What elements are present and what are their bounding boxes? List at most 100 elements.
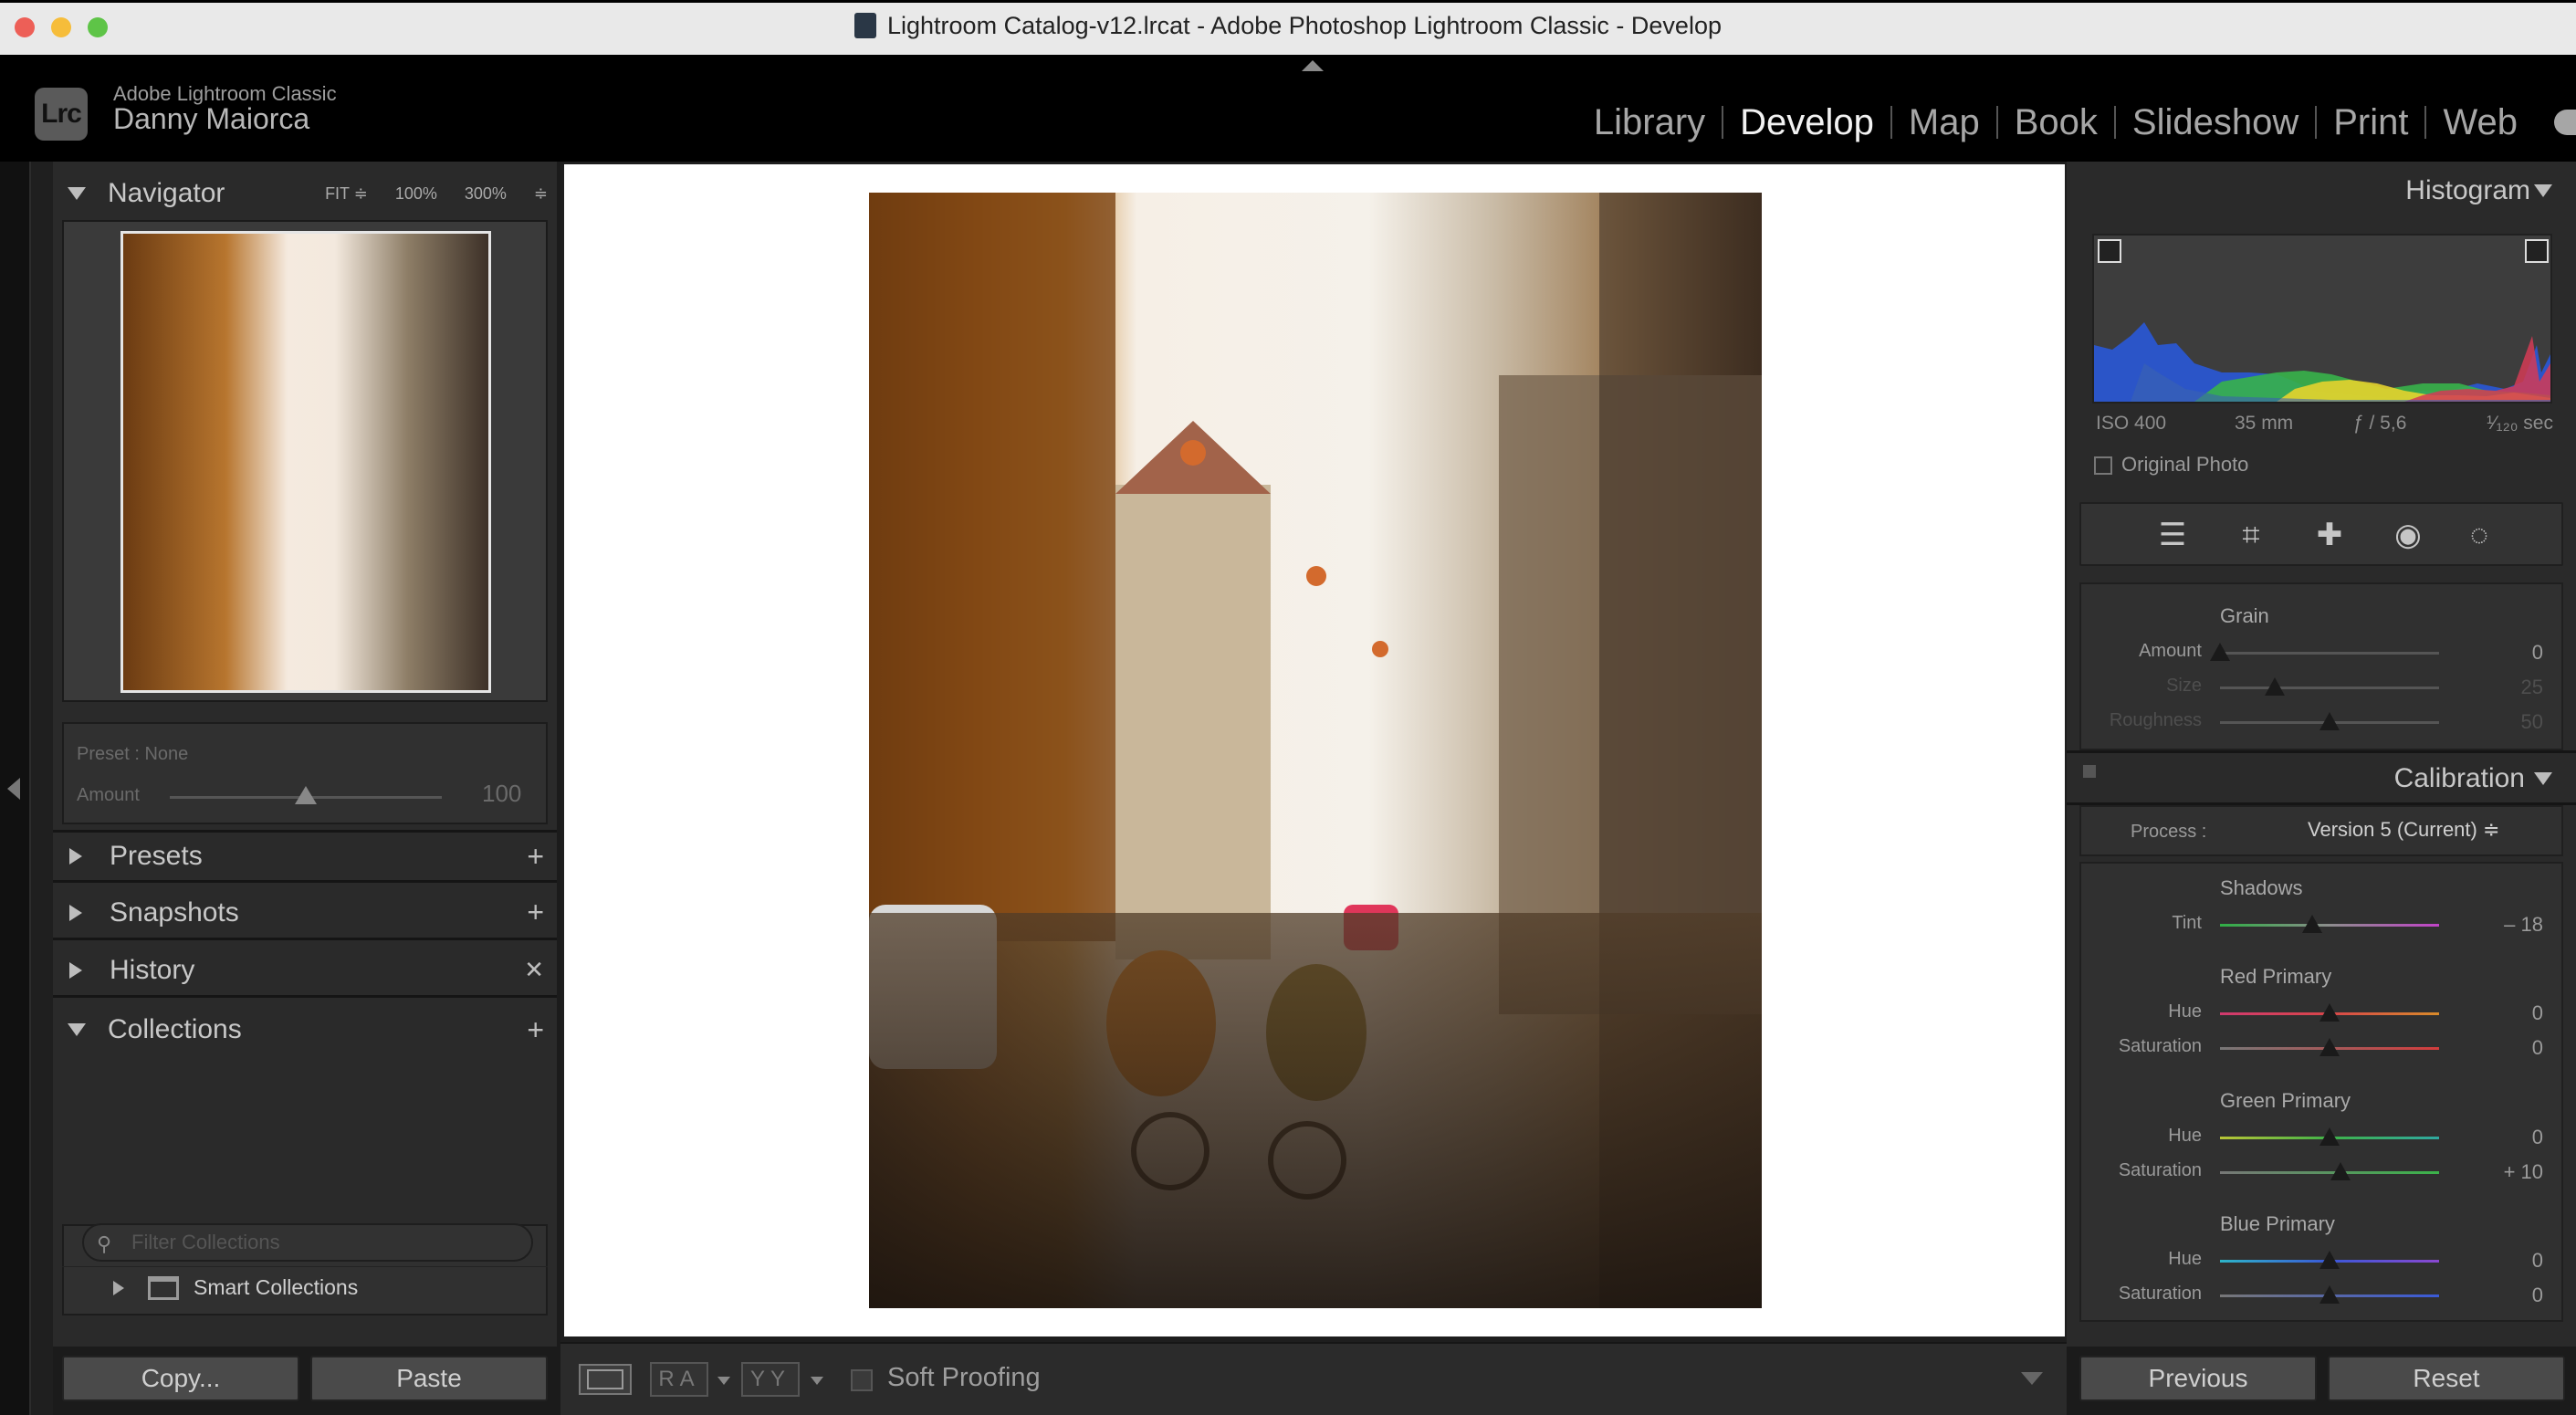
soft-proofing-label: Soft Proofing	[887, 1363, 1041, 1393]
shadows-tint-slider[interactable]	[2220, 924, 2439, 927]
module-map[interactable]: Map	[1892, 97, 1996, 148]
cloud-sync-icon[interactable]	[2554, 110, 2576, 135]
green-primary-saturation-slider[interactable]	[2220, 1171, 2439, 1174]
grain-amount-slider[interactable]	[2220, 652, 2439, 655]
original-photo-checkbox[interactable]	[2094, 456, 2112, 475]
calibration-title: Calibration	[2394, 763, 2525, 794]
reset-button[interactable]: Reset	[2328, 1356, 2565, 1401]
clear-history-icon[interactable]: ✕	[524, 956, 544, 984]
zoom-100[interactable]: 100%	[395, 184, 437, 204]
highlight-clipping-indicator-icon[interactable]	[2525, 239, 2549, 263]
zoom-more[interactable]: ≑	[534, 184, 548, 204]
green-primary-saturation-value[interactable]: + 10	[2452, 1160, 2543, 1184]
shadow-clipping-indicator-icon[interactable]	[2098, 239, 2121, 263]
grain-amount-value[interactable]: 0	[2452, 641, 2543, 665]
before-after-options-icon[interactable]	[811, 1377, 823, 1385]
grain-roughness-value[interactable]: 50	[2452, 710, 2543, 734]
blue-primary-title: Blue Primary	[2220, 1212, 2335, 1236]
grain-size-knob[interactable]	[2265, 677, 2285, 696]
expand-triangle-icon	[68, 1023, 86, 1036]
grain-amount-knob[interactable]	[2210, 643, 2230, 661]
presets-header[interactable]: Presets +	[53, 830, 557, 883]
grain-size-label: Size	[2083, 676, 2202, 697]
shadows-tint-label: Tint	[2083, 913, 2202, 934]
process-version-select[interactable]: Version 5 (Current) ≑	[2308, 818, 2499, 842]
add-snapshot-icon[interactable]: +	[527, 896, 544, 929]
preset-label: Preset : None	[77, 744, 188, 765]
blue-primary-hue-value[interactable]: 0	[2452, 1249, 2543, 1273]
red-primary-hue-value[interactable]: 0	[2452, 1001, 2543, 1025]
calibration-collapse-icon[interactable]	[2534, 772, 2552, 785]
shadows-tint-value[interactable]: – 18	[2452, 913, 2543, 937]
healing-icon[interactable]: ✚	[2311, 517, 2348, 553]
grain-amount-label: Amount	[2083, 641, 2202, 662]
masking-icon[interactable]: ◌	[2461, 517, 2497, 553]
previous-button[interactable]: Previous	[2079, 1356, 2317, 1401]
red-primary-hue-knob[interactable]	[2319, 1003, 2340, 1022]
copy-button[interactable]: Copy...	[62, 1356, 299, 1401]
module-book[interactable]: Book	[1998, 97, 2114, 148]
exif-aperture: ƒ / 5,6	[2353, 413, 2406, 435]
left-panel-edge	[29, 162, 53, 1415]
smart-collections-row[interactable]: Smart Collections	[62, 1266, 548, 1308]
before-after-dropdown-icon[interactable]	[717, 1377, 730, 1385]
module-print[interactable]: Print	[2317, 97, 2424, 148]
blue-primary-saturation-value[interactable]: 0	[2452, 1284, 2543, 1307]
exif-iso: ISO 400	[2096, 413, 2166, 435]
red-primary-saturation-label: Saturation	[2083, 1036, 2202, 1057]
add-preset-icon[interactable]: +	[527, 840, 544, 874]
photo-road-overlay	[869, 913, 1762, 1308]
presets-title: Presets	[110, 841, 203, 872]
green-primary-hue-knob[interactable]	[2319, 1127, 2340, 1146]
navigator-thumbnail[interactable]	[120, 231, 491, 693]
module-web[interactable]: Web	[2426, 97, 2534, 148]
before-after-toggle-icon[interactable]: YY	[741, 1362, 800, 1397]
basic-adjust-icon[interactable]: ☰	[2154, 517, 2191, 553]
grain-roughness-knob[interactable]	[2319, 712, 2340, 730]
module-slideshow[interactable]: Slideshow	[2116, 97, 2315, 148]
top-panel-toggle-icon[interactable]	[1302, 60, 1324, 71]
zoom-fit[interactable]: FIT ≑	[325, 184, 368, 204]
module-develop[interactable]: Develop	[1723, 97, 1890, 148]
filter-collections-input[interactable]: Filter Collections	[82, 1223, 533, 1262]
preset-amount-knob[interactable]	[295, 786, 317, 804]
snapshots-title: Snapshots	[110, 897, 239, 928]
module-library[interactable]: Library	[1577, 97, 1722, 148]
crop-icon[interactable]: ⌗	[2233, 517, 2269, 553]
zoom-300[interactable]: 300%	[465, 184, 507, 204]
blue-primary-saturation-knob[interactable]	[2319, 1285, 2340, 1304]
collections-title: Collections	[108, 1014, 242, 1045]
navigator-zoom-options: FIT ≑ 100% 300% ≑	[325, 184, 548, 204]
add-collection-icon[interactable]: +	[527, 1013, 544, 1047]
collapse-left-panel-icon[interactable]	[7, 778, 20, 800]
green-primary-saturation-knob[interactable]	[2330, 1162, 2351, 1180]
soft-proofing-checkbox[interactable]	[851, 1369, 873, 1391]
navigator-header[interactable]: Navigator FIT ≑ 100% 300% ≑	[53, 167, 557, 220]
grain-size-value[interactable]: 25	[2452, 676, 2543, 699]
left-panel: Navigator FIT ≑ 100% 300% ≑ Preset : Non…	[53, 162, 557, 1347]
navigator-title: Navigator	[108, 178, 225, 209]
red-primary-saturation-knob[interactable]	[2319, 1038, 2340, 1056]
blue-primary-hue-knob[interactable]	[2319, 1251, 2340, 1269]
paste-button[interactable]: Paste	[310, 1356, 548, 1401]
grain-roughness-label: Roughness	[2083, 710, 2202, 731]
loupe-view-inner-icon	[587, 1369, 623, 1389]
red-eye-icon[interactable]: ◉	[2390, 517, 2426, 553]
red-primary-saturation-value[interactable]: 0	[2452, 1036, 2543, 1060]
calibration-enable-toggle[interactable]	[2083, 765, 2096, 778]
history-header[interactable]: History ✕	[53, 945, 557, 998]
green-primary-title: Green Primary	[2220, 1089, 2351, 1113]
collections-header[interactable]: Collections +	[53, 1003, 557, 1056]
catalog-file-icon	[854, 13, 876, 38]
green-primary-saturation-label: Saturation	[2083, 1160, 2202, 1181]
histogram-collapse-icon[interactable]	[2534, 184, 2552, 197]
shadows-tint-knob[interactable]	[2302, 915, 2322, 933]
red-primary-hue-label: Hue	[2083, 1001, 2202, 1022]
green-primary-hue-value[interactable]: 0	[2452, 1126, 2543, 1149]
snapshots-header[interactable]: Snapshots +	[53, 887, 557, 940]
toolbar-content-menu-icon[interactable]	[2021, 1372, 2043, 1385]
user-name: Danny Maiorca	[113, 102, 309, 136]
grain-size-slider[interactable]	[2220, 687, 2439, 689]
histogram-title[interactable]: Histogram	[2405, 175, 2530, 206]
before-after-left-right-icon[interactable]: RA	[650, 1362, 708, 1397]
